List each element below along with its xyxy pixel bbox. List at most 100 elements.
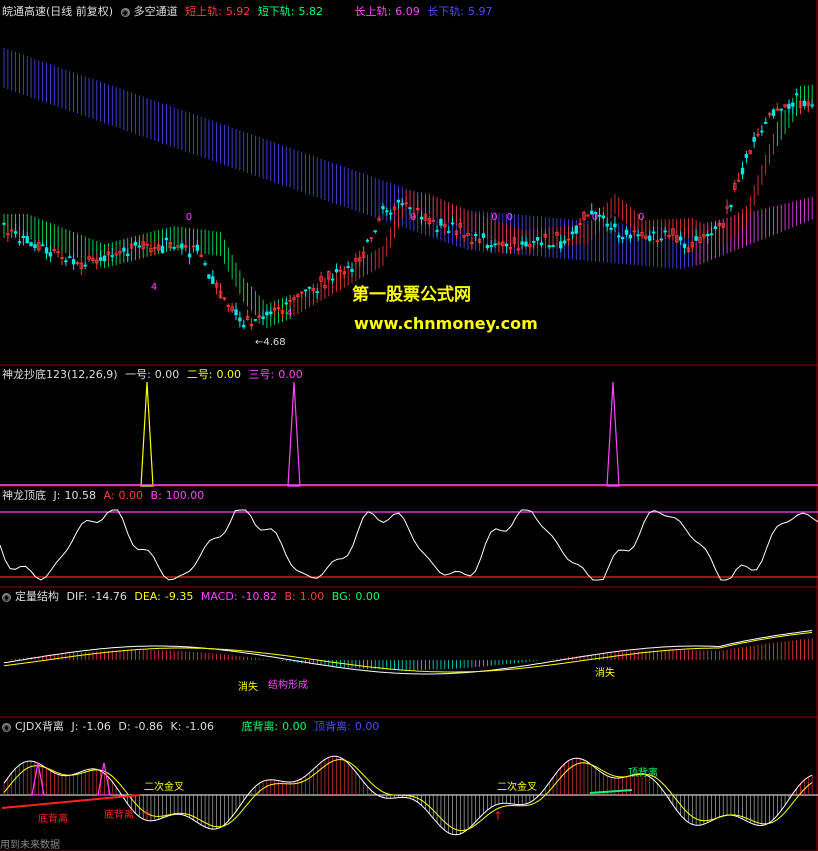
main-header: 皖通高速(日线 前复权) ◉ 多空通道 短上轨: 5.92 短下轨: 5.82 长上轨…	[2, 5, 493, 18]
kdj-annotation: 底背离	[38, 812, 68, 825]
candle-body	[195, 244, 200, 251]
panel5-d-label: D	[118, 720, 127, 733]
panel2-three-value: 0.00	[278, 368, 303, 381]
candle-body	[450, 222, 455, 225]
long-lower-label: 长下轨	[427, 5, 461, 18]
candle-body	[570, 231, 575, 235]
panel4-dif-label: DIF	[66, 590, 84, 603]
candle-body	[203, 263, 207, 265]
dif-line	[3, 630, 813, 675]
macd-annotation: 消失	[595, 666, 615, 679]
candle-body	[489, 245, 493, 248]
panel4-macd-value: -10.82	[241, 590, 277, 603]
panel2-one-value: 0.00	[154, 368, 180, 381]
candle-body	[520, 241, 524, 245]
candle-body	[303, 289, 308, 292]
top-spike	[31, 762, 45, 796]
candle-body	[71, 259, 76, 265]
candle-body	[234, 309, 238, 316]
candle-body	[64, 260, 68, 263]
candle-body	[265, 311, 269, 316]
candle-body	[48, 252, 53, 257]
panel4-b-label: B	[284, 590, 293, 603]
candle-body	[651, 231, 656, 234]
divergence-line	[1, 794, 141, 809]
candle-body	[535, 237, 540, 241]
main-title: 皖通高速(日线 前复权)	[2, 5, 114, 18]
macd-annotation: 消失	[238, 680, 258, 693]
marker-label: 0	[186, 212, 192, 223]
panel5-name[interactable]: CJDX背离	[15, 720, 64, 733]
candle-body	[771, 109, 776, 116]
candle-body	[810, 104, 814, 107]
settings-icon[interactable]: ◉	[120, 7, 130, 17]
main-indicator[interactable]: 多空通道	[134, 5, 178, 18]
candle-body	[187, 253, 192, 258]
candle-body	[160, 245, 165, 254]
candle-body	[620, 236, 625, 240]
settings-icon[interactable]: ◉	[2, 592, 11, 602]
short-upper-value: 5.92	[225, 5, 251, 18]
candle-body	[694, 236, 698, 241]
panel5-top-div-value: 0.00	[354, 720, 380, 733]
marker-label: 0	[507, 212, 513, 223]
panel2-header: 神龙抄底123(12,26,9) 一号: 0.00 二号: 0.00 三号: 0.00	[2, 368, 303, 381]
candle-body	[764, 122, 768, 124]
panel3-b-label: B	[150, 489, 159, 502]
candle-body	[678, 236, 683, 241]
candle-body	[98, 257, 103, 261]
panel3-header: 神龙顶底 J: 10.58 A: 0.00 B: 100.00	[2, 489, 205, 502]
candle-body	[752, 136, 756, 142]
candle-body	[481, 233, 486, 238]
candle-body	[253, 319, 258, 321]
candle-body	[334, 269, 339, 273]
short-lower-value: 5.82	[298, 5, 324, 18]
candle-body	[29, 242, 33, 247]
candle-body	[706, 234, 710, 237]
candle-body	[504, 243, 509, 247]
candle-body	[385, 210, 389, 213]
settings-icon[interactable]: ◉	[2, 722, 11, 732]
panel4-dea-value: -9.35	[164, 590, 194, 603]
panel4-b-value: 1.00	[299, 590, 325, 603]
panel3-b-value: 100.00	[165, 489, 205, 502]
signal-spike	[606, 381, 620, 487]
up-arrow: ↑	[493, 809, 503, 823]
candle-body	[17, 241, 22, 244]
candle-body	[439, 218, 443, 226]
candle-body	[547, 245, 551, 248]
candle-body	[68, 256, 72, 259]
candle-body	[709, 233, 714, 236]
panel2-one-label: 一号	[125, 368, 148, 381]
panel4-bg-value: 0.00	[355, 590, 380, 603]
dea-line	[3, 631, 813, 673]
candle-body	[601, 215, 606, 219]
candle-body	[102, 255, 107, 262]
candle-body	[350, 268, 354, 272]
panel2-name[interactable]: 神龙抄底123(12,26,9)	[2, 368, 118, 381]
candle-body	[779, 108, 783, 111]
panel4-macd-label: MACD	[200, 590, 234, 603]
candle-body	[663, 230, 667, 233]
footer-note: 用到未来数据	[0, 840, 60, 851]
panel5-bottom-div-value: 0.00	[282, 720, 307, 733]
candle-body	[729, 204, 733, 208]
candle-body	[597, 214, 602, 217]
candle-body	[137, 245, 142, 248]
marker-label: 0	[592, 212, 598, 223]
candle-body	[624, 229, 629, 235]
panel3-name[interactable]: 神龙顶底	[2, 489, 46, 502]
long-upper-label: 长上轨	[354, 5, 388, 18]
candle-body	[381, 206, 385, 210]
candle-body	[21, 235, 26, 239]
panel5-top-div-label: 顶背离	[314, 720, 348, 733]
candle-body	[269, 311, 273, 315]
candle-body	[172, 246, 176, 249]
candle-body	[605, 223, 609, 227]
long-upper-value: 6.09	[395, 5, 420, 18]
marker-label: 0	[491, 212, 497, 223]
panel4-name[interactable]: 定量结构	[15, 590, 59, 603]
panel2-two-label: 二号	[186, 368, 209, 381]
kdj-annotation: 二次金叉	[144, 780, 184, 793]
short-lower-label: 短下轨	[257, 5, 291, 18]
